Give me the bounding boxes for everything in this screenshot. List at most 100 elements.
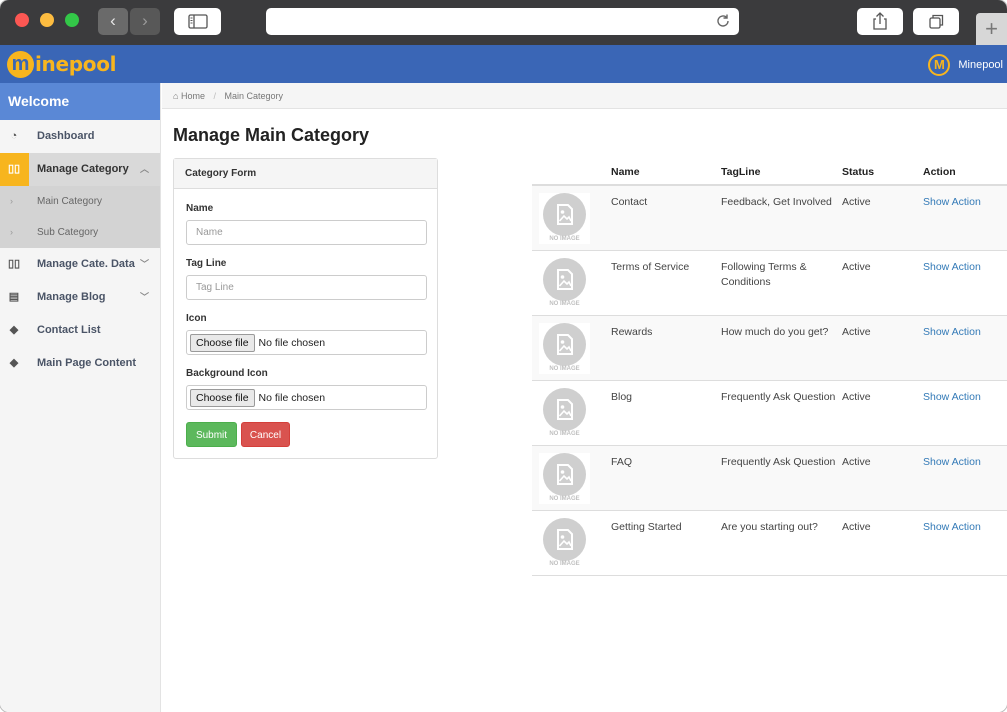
show-action-link[interactable]: Show Action <box>923 260 981 275</box>
no-image-label: NO IMAGE <box>549 301 580 307</box>
dashboard-icon: ◔ <box>10 130 18 142</box>
image-placeholder-icon <box>557 464 573 485</box>
no-image-thumbnail: NO IMAGE <box>539 453 590 504</box>
share-button[interactable] <box>857 8 903 35</box>
name-field[interactable]: Name <box>186 220 427 245</box>
share-icon <box>873 12 887 30</box>
cell-tagline: Feedback, Get Involved <box>721 196 832 208</box>
category-form-panel: Category Form Name Name Tag Line Tag Lin… <box>173 158 438 459</box>
choose-file-button[interactable]: Choose file <box>190 388 255 407</box>
icon-file-input[interactable]: Choose file No file chosen <box>186 330 427 355</box>
cell-status: Active <box>842 521 871 533</box>
no-image-label: NO IMAGE <box>549 496 580 502</box>
home-icon: ⌂ <box>173 91 179 101</box>
cell-name: Rewards <box>611 326 653 338</box>
chevron-down-icon: ﹀ <box>139 292 149 302</box>
breadcrumb-home[interactable]: Home <box>181 91 205 101</box>
sidebar-subitem-sub-category[interactable]: › Sub Category <box>0 217 160 248</box>
panel-title: Category Form <box>174 159 437 189</box>
reload-icon[interactable] <box>715 13 731 29</box>
cell-name: Getting Started <box>611 521 682 533</box>
logo-mark: m <box>7 50 34 78</box>
sidebar-item-contact-list[interactable]: ◆ Contact List <box>0 314 160 347</box>
submit-button[interactable]: Submit <box>186 422 237 447</box>
show-action-link[interactable]: Show Action <box>923 195 981 210</box>
tagline-field[interactable]: Tag Line <box>186 275 427 300</box>
sidebar-submenu: › Main Category › Sub Category <box>0 186 160 248</box>
cell-status: Active <box>842 456 871 468</box>
no-image-label: NO IMAGE <box>549 366 580 372</box>
cell-tagline: Are you starting out? <box>721 521 818 533</box>
browser-toolbar: ‹ › + <box>0 0 1007 45</box>
sidebar-item-main-page-content[interactable]: ◆ Main Page Content <box>0 347 160 380</box>
logo-text: inepool <box>35 52 117 76</box>
no-image-thumbnail: NO IMAGE <box>539 388 590 439</box>
no-image-label: NO IMAGE <box>549 236 580 242</box>
sidebar: Welcome ◔ Dashboard ▯▯ Manage Category ︿… <box>0 83 161 712</box>
table-body: NO IMAGE Contact Feedback, Get Involved … <box>532 186 1007 576</box>
no-image-thumbnail: NO IMAGE <box>539 323 590 374</box>
minepool-logo[interactable]: m inepool <box>7 50 117 78</box>
cell-name: FAQ <box>611 456 633 468</box>
image-placeholder-icon <box>557 399 573 420</box>
image-placeholder-icon <box>557 334 573 355</box>
sidebar-item-label: Main Page Content <box>37 357 137 369</box>
sidebar-welcome: Welcome <box>0 83 160 120</box>
show-action-link[interactable]: Show Action <box>923 520 981 535</box>
sidebar-item-manage-blog[interactable]: ▤ Manage Blog ﹀ <box>0 281 160 314</box>
close-window-button[interactable] <box>15 13 29 27</box>
image-placeholder-icon <box>557 529 573 550</box>
cell-status: Active <box>842 391 871 403</box>
back-button[interactable]: ‹ <box>98 8 128 35</box>
forward-button[interactable]: › <box>130 8 160 35</box>
page-title: Manage Main Category <box>173 125 370 145</box>
file-status: No file chosen <box>258 391 326 404</box>
maximize-window-button[interactable] <box>65 13 79 27</box>
table-header: Name TagLine Status Action <box>532 158 1007 186</box>
show-tabs-button[interactable] <box>913 8 959 35</box>
user-name: Minepool <box>958 59 1003 71</box>
chevron-down-icon: ﹀ <box>139 259 149 269</box>
no-image-label: NO IMAGE <box>549 561 580 567</box>
sidebar-subitem-label: Sub Category <box>37 227 99 238</box>
image-placeholder-icon <box>557 269 573 290</box>
sidebar-item-label: Dashboard <box>37 130 95 142</box>
column-header-tagline: TagLine <box>721 166 761 178</box>
show-action-link[interactable]: Show Action <box>923 390 981 405</box>
cell-status: Active <box>842 326 871 338</box>
table-row: NO IMAGE FAQ Frequently Ask Question Act… <box>532 446 1007 511</box>
background-icon-file-input[interactable]: Choose file No file chosen <box>186 385 427 410</box>
icon-label: Icon <box>186 313 207 324</box>
choose-file-button[interactable]: Choose file <box>190 333 255 352</box>
minimize-window-button[interactable] <box>40 13 54 27</box>
cell-tagline: Frequently Ask Question <box>721 391 836 403</box>
table-row: NO IMAGE Getting Started Are you startin… <box>532 511 1007 576</box>
book-icon: ▯▯ <box>8 163 21 175</box>
sidebar-item-label: Manage Blog <box>37 291 106 303</box>
new-tab-button[interactable]: + <box>976 13 1007 45</box>
tags-icon: ◆ <box>9 324 19 336</box>
name-label: Name <box>186 203 214 214</box>
avatar: M <box>928 54 951 76</box>
sidebar-subitem-label: Main Category <box>37 196 103 207</box>
main-content: ⌂ Home / Main Category Manage Main Categ… <box>162 83 1007 712</box>
cell-tagline: Frequently Ask Question <box>721 456 836 468</box>
sidebar-subitem-main-category[interactable]: › Main Category <box>0 186 160 217</box>
address-bar[interactable] <box>266 8 739 35</box>
chevron-up-icon: ︿ <box>139 164 149 174</box>
cell-name: Terms of Service <box>611 261 690 273</box>
file-icon: ▤ <box>8 291 20 303</box>
sidebar-item-manage-category[interactable]: ▯▯ Manage Category ︿ <box>0 153 160 186</box>
no-image-thumbnail: NO IMAGE <box>539 518 590 569</box>
cell-tagline: How much do you get? <box>721 326 829 338</box>
cancel-button[interactable]: Cancel <box>241 422 290 447</box>
sidebar-item-dashboard[interactable]: ◔ Dashboard <box>0 120 160 153</box>
cell-tagline: Following Terms & Conditions <box>721 261 807 288</box>
column-header-action: Action <box>923 166 956 178</box>
cell-status: Active <box>842 261 871 273</box>
sidebar-toggle-button[interactable] <box>174 8 221 35</box>
show-action-link[interactable]: Show Action <box>923 455 981 470</box>
show-action-link[interactable]: Show Action <box>923 325 981 340</box>
user-menu[interactable]: M Minepool <box>928 54 1003 76</box>
sidebar-item-manage-cate-data[interactable]: ▯▯ Manage Cate. Data ﹀ <box>0 248 160 281</box>
